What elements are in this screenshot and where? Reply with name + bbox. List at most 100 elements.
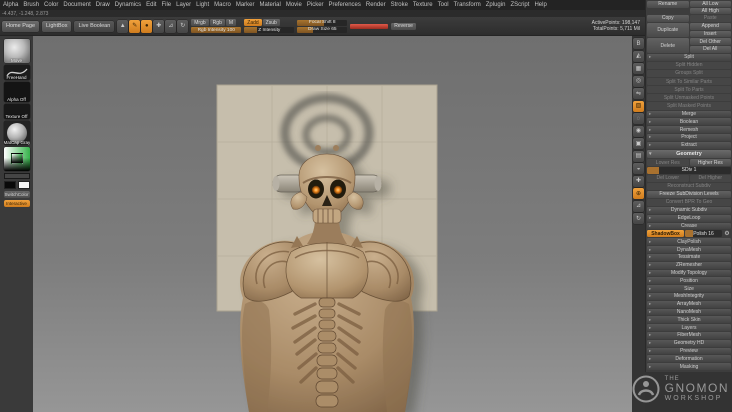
scale-canvas-icon[interactable]: ⊿: [633, 200, 644, 212]
menu-item[interactable]: File: [161, 2, 171, 8]
color-swatch-white[interactable]: [17, 181, 30, 189]
local-symmetry-icon[interactable]: ◎: [633, 75, 644, 87]
frame-icon[interactable]: ▣: [633, 138, 644, 149]
shadowbox-button[interactable]: ShadowBox: [647, 230, 684, 238]
rename-button[interactable]: Rename: [647, 1, 689, 8]
stroke-thumbnail[interactable]: FreeHand: [3, 65, 30, 80]
del-lower-button[interactable]: Del Lower: [647, 174, 689, 182]
zoom-canvas-icon[interactable]: ⊕: [633, 188, 644, 199]
split-option-button[interactable]: Groups Split: [647, 69, 731, 77]
delete-button[interactable]: Delete: [647, 38, 689, 53]
color-picker-inner[interactable]: [10, 153, 23, 164]
menu-item[interactable]: Layer: [176, 2, 191, 8]
subpalette-header[interactable]: Remesh: [647, 126, 731, 134]
tool-subpalette-header[interactable]: Thick Skin: [647, 316, 731, 324]
tool-subpalette-header[interactable]: NanoMesh: [647, 308, 731, 316]
zsub-toggle[interactable]: Zsub: [262, 19, 280, 26]
subpalette-header[interactable]: Merge: [647, 110, 731, 118]
subpalette-header[interactable]: Boolean: [647, 118, 731, 126]
current-color-swatch[interactable]: [3, 173, 30, 179]
geometry-subpalette-header[interactable]: ClayPolish: [647, 238, 731, 246]
menu-item[interactable]: Marker: [236, 2, 255, 8]
menu-item[interactable]: Edit: [146, 2, 156, 8]
del-other-button[interactable]: Del Other: [689, 38, 731, 46]
ghost-icon[interactable]: ◌: [633, 113, 644, 124]
current-brush-thumbnail[interactable]: Move: [3, 39, 30, 63]
color-picker[interactable]: [3, 147, 30, 171]
convert-bpr-to-geo-button[interactable]: Convert BPR To Geo: [647, 198, 731, 207]
menu-item[interactable]: Dynamics: [115, 2, 141, 8]
tool-subpalette-header[interactable]: Preview: [647, 347, 731, 355]
geometry-subpalette-header[interactable]: ZRemesher: [647, 261, 731, 269]
tool-subpalette-header[interactable]: Masking: [647, 363, 731, 370]
reverse-button[interactable]: Reverse: [391, 22, 416, 30]
split-section-header[interactable]: Split: [647, 53, 731, 61]
alpha-thumbnail[interactable]: Alpha Off: [3, 82, 30, 102]
lsym-icon[interactable]: ⇋: [633, 88, 644, 99]
menu-item[interactable]: Texture: [413, 2, 433, 8]
live-boolean-button[interactable]: Live Boolean: [74, 20, 115, 32]
geometry-subpalette-header[interactable]: Dynamic Subdiv: [647, 207, 731, 214]
geometry-subpalette-header[interactable]: Crease: [647, 222, 731, 230]
geometry-subpalette-header[interactable]: Position: [647, 277, 731, 285]
geometry-subpalette-header[interactable]: Modify Topology: [647, 269, 731, 277]
z-intensity-slider[interactable]: Z Intensity: [244, 27, 295, 33]
menu-item[interactable]: Macro: [214, 2, 231, 8]
rotate-icon[interactable]: ↻: [177, 19, 189, 33]
subpalette-header[interactable]: Project: [647, 134, 731, 141]
zadd-toggle[interactable]: Zadd: [244, 19, 262, 26]
geometry-palette-header[interactable]: Geometry: [647, 149, 731, 159]
menu-item[interactable]: Color: [44, 2, 58, 8]
home-page-button[interactable]: Home Page: [2, 20, 40, 32]
draw-pointer-icon[interactable]: ●: [141, 19, 153, 33]
menu-item[interactable]: Zplugin: [486, 2, 506, 8]
move-icon[interactable]: ✚: [153, 19, 165, 33]
menu-item[interactable]: Material: [260, 2, 281, 8]
split-option-button[interactable]: Split Hidden: [647, 61, 731, 69]
duplicate-button[interactable]: Duplicate: [647, 22, 689, 38]
freeze-subdivision-levels-button[interactable]: Freeze SubDivision Levels: [647, 190, 731, 198]
switchcolor-button[interactable]: SwitchColor: [3, 191, 30, 198]
sculptris-pro-icon[interactable]: ▲: [117, 19, 129, 33]
lower-res-button[interactable]: Lower Res: [647, 159, 689, 166]
solo-icon[interactable]: ◉: [633, 125, 644, 137]
tool-subpalette-header[interactable]: Layers: [647, 324, 731, 331]
tool-subpalette-header[interactable]: Deformation: [647, 355, 731, 363]
menu-item[interactable]: ZScript: [510, 2, 529, 8]
rotate-canvas-icon[interactable]: ↻: [633, 213, 644, 224]
edit-object-icon[interactable]: ✎: [129, 19, 141, 33]
rgb-intensity-slider[interactable]: Rgb Intensity 100: [191, 27, 242, 33]
polish-slider[interactable]: Polish 16: [685, 230, 722, 238]
insert-button[interactable]: Insert: [689, 30, 731, 38]
bpr-render-icon[interactable]: B: [633, 38, 644, 49]
split-option-button[interactable]: Split Masked Points: [647, 102, 731, 110]
color-swatch-black[interactable]: [3, 181, 16, 189]
menu-item[interactable]: Brush: [23, 2, 39, 8]
subpalette-header[interactable]: Extract: [647, 141, 731, 149]
geometry-subpalette-header[interactable]: EdgeLoop: [647, 214, 731, 222]
transp-icon[interactable]: ▧: [633, 100, 644, 112]
all-high-button[interactable]: All High: [689, 8, 731, 14]
draw-size-slider[interactable]: Draw Size 65: [297, 26, 348, 33]
tool-subpalette-header[interactable]: ArrayMesh: [647, 300, 731, 308]
sculpt-canvas[interactable]: [33, 36, 632, 412]
del-all-button[interactable]: Del All: [689, 46, 731, 53]
persp-icon[interactable]: ◭: [633, 50, 644, 62]
split-option-button[interactable]: Split Unmasked Points: [647, 94, 731, 102]
menu-item[interactable]: Stroke: [391, 2, 408, 8]
scroll-canvas-icon[interactable]: ✚: [633, 175, 644, 187]
silhouette-icon[interactable]: ◒: [633, 163, 644, 174]
gear-icon[interactable]: ⚙: [723, 230, 731, 237]
geometry-subpalette-header[interactable]: MeshIntegrity: [647, 292, 731, 300]
menu-item[interactable]: Document: [63, 2, 90, 8]
polyframe-icon[interactable]: ▤: [633, 150, 644, 162]
menu-item[interactable]: Light: [196, 2, 209, 8]
menu-item[interactable]: Draw: [96, 2, 110, 8]
menu-item[interactable]: Help: [534, 2, 546, 8]
mrgb-toggle[interactable]: Mrgb: [191, 19, 209, 26]
menu-item[interactable]: Movie: [286, 2, 302, 8]
menu-item[interactable]: Alpha: [3, 2, 18, 8]
menu-item[interactable]: Preferences: [329, 2, 361, 8]
floor-grid-icon[interactable]: ▦: [633, 63, 644, 74]
lightbox-button[interactable]: LightBox: [42, 20, 72, 32]
